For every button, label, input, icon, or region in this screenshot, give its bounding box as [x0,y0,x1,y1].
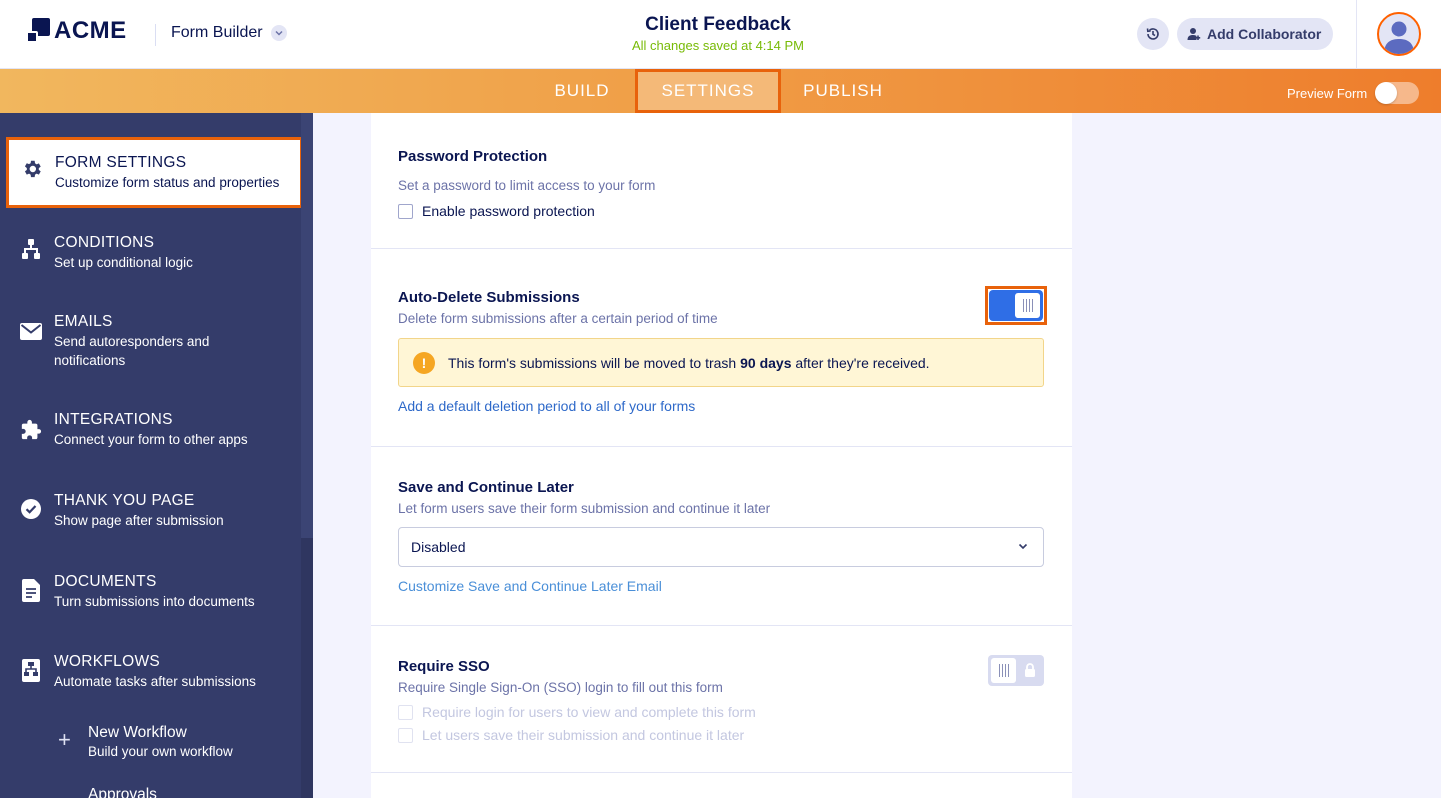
app-header: ACME Form Builder Client Feedback All ch… [0,0,1441,69]
sidebar-item-documents[interactable]: DOCUMENTS Turn submissions into document… [8,573,300,611]
default-deletion-link[interactable]: Add a default deletion period to all of … [398,398,695,414]
add-user-icon [1187,28,1201,40]
auto-delete-toggle-highlight [985,286,1047,325]
preview-form-label: Preview Form [1287,85,1368,101]
add-collaborator-button[interactable]: Add Collaborator [1177,18,1334,50]
preview-form-control: Preview Form [1287,82,1420,104]
customize-email-link[interactable]: Customize Save and Continue Later Email [398,578,662,594]
sidebar-item-title: WORKFLOWS [54,653,161,670]
document-icon [22,579,40,602]
sidebar-item-emails[interactable]: EMAILS Send autoresponders and notificat… [8,313,300,370]
checkbox-box[interactable] [398,203,413,219]
tab-build[interactable]: BUILD [540,69,624,113]
envelope-icon [20,323,42,340]
notice-text-end: after they're received. [791,354,930,371]
settings-panel: Password Protection Set a password to li… [371,113,1072,798]
plus-icon: + [58,727,71,752]
history-button[interactable] [1137,18,1169,50]
conditions-icon [22,239,40,259]
checkbox-box [398,704,413,720]
auto-delete-section: Auto-Delete Submissions Delete form subm… [371,249,1072,447]
auto-delete-toggle[interactable] [989,290,1043,321]
auto-delete-notice: ! This form's submissions will be moved … [398,338,1044,387]
sidebar-item-conditions[interactable]: CONDITIONS Set up conditional logic [8,234,300,272]
section-desc: Require Single Sign-On (SSO) login to fi… [398,680,723,695]
section-title: Auto-Delete Submissions [398,289,580,306]
lock-icon [1025,663,1035,677]
add-collaborator-label: Add Collaborator [1207,26,1322,42]
user-avatar-icon [1384,21,1414,54]
section-title: Save and Continue Later [398,479,574,496]
sidebar-item-title: THANK YOU PAGE [54,492,195,509]
sidebar-item-workflows[interactable]: WORKFLOWS Automate tasks after submissio… [8,653,300,691]
warning-icon: ! [413,351,435,374]
enable-password-checkbox[interactable]: Enable password protection [398,203,595,219]
sidebar-item-integrations[interactable]: INTEGRATIONS Connect your form to other … [8,411,300,449]
notice-days: 90 days [740,354,792,371]
sidebar-item-title: DOCUMENTS [54,573,157,590]
settings-sidebar: FORM SETTINGS Customize form status and … [0,113,313,798]
section-title: Password Protection [398,148,548,165]
sidebar-item-title: FORM SETTINGS [55,154,187,171]
puzzle-icon [21,419,42,440]
subitem-title: Approvals [88,786,157,798]
sidebar-subitem-approvals[interactable]: • Approvals [58,786,157,798]
gear-icon [24,160,41,178]
check-circle-icon [21,499,41,519]
require-sso-section: Require SSO Require Single Sign-On (SSO)… [371,626,1072,773]
sidebar-item-form-settings[interactable]: FORM SETTINGS Customize form status and … [6,137,303,208]
password-protection-section: Password Protection Set a password to li… [371,113,1072,249]
sidebar-item-desc: Customize form status and properties [55,175,280,190]
sidebar-subitem-new-workflow[interactable]: + New Workflow Build your own workflow [58,724,233,762]
section-desc: Set a password to limit access to your f… [398,178,656,193]
sso-toggle-locked [988,655,1044,686]
section-title: Require SSO [398,658,490,675]
divider [1356,0,1357,69]
history-icon [1146,28,1159,40]
user-avatar[interactable] [1377,12,1421,56]
save-continue-section: Save and Continue Later Let form users s… [371,447,1072,626]
checkbox-label: Require login for users to view and comp… [422,704,756,720]
subitem-desc: Build your own workflow [88,744,233,759]
tab-publish[interactable]: PUBLISH [795,69,891,113]
workflow-icon [22,659,40,682]
sidebar-item-title: CONDITIONS [54,234,155,251]
sso-option-require-login: Require login for users to view and comp… [398,704,756,720]
sidebar-item-desc: Connect your form to other apps [54,432,248,447]
notice-text: This form's submissions will be moved to… [448,354,741,371]
sidebar-item-thank-you-page[interactable]: THANK YOU PAGE Show page after submissio… [8,492,300,530]
checkbox-label: Let users save their submission and cont… [422,727,745,743]
select-value: Disabled [411,539,466,555]
section-desc: Delete form submissions after a certain … [398,311,718,326]
approvals-icon: • [58,791,88,798]
tab-settings[interactable]: SETTINGS [635,69,781,113]
sidebar-item-title: EMAILS [54,313,113,330]
checkbox-label: Enable password protection [422,203,595,219]
sidebar-item-desc: Send autoresponders and notifications [54,334,210,368]
sidebar-item-desc: Automate tasks after submissions [54,674,256,689]
save-continue-select[interactable]: Disabled [398,527,1044,567]
section-desc: Let form users save their form submissio… [398,501,771,516]
sidebar-item-desc: Show page after submission [54,513,224,528]
sidebar-item-desc: Turn submissions into documents [54,594,255,609]
sidebar-scrollbar[interactable] [301,113,313,798]
builder-nav: BUILD SETTINGS PUBLISH Preview Form [0,69,1441,113]
chevron-down-icon [1018,543,1028,550]
settings-content: Password Protection Set a password to li… [313,113,1441,798]
sidebar-item-title: INTEGRATIONS [54,411,173,428]
preview-form-toggle[interactable] [1375,82,1420,104]
sidebar-item-desc: Set up conditional logic [54,255,193,270]
checkbox-box [398,727,413,743]
subitem-title: New Workflow [88,724,187,741]
sso-option-save-continue: Let users save their submission and cont… [398,727,744,743]
